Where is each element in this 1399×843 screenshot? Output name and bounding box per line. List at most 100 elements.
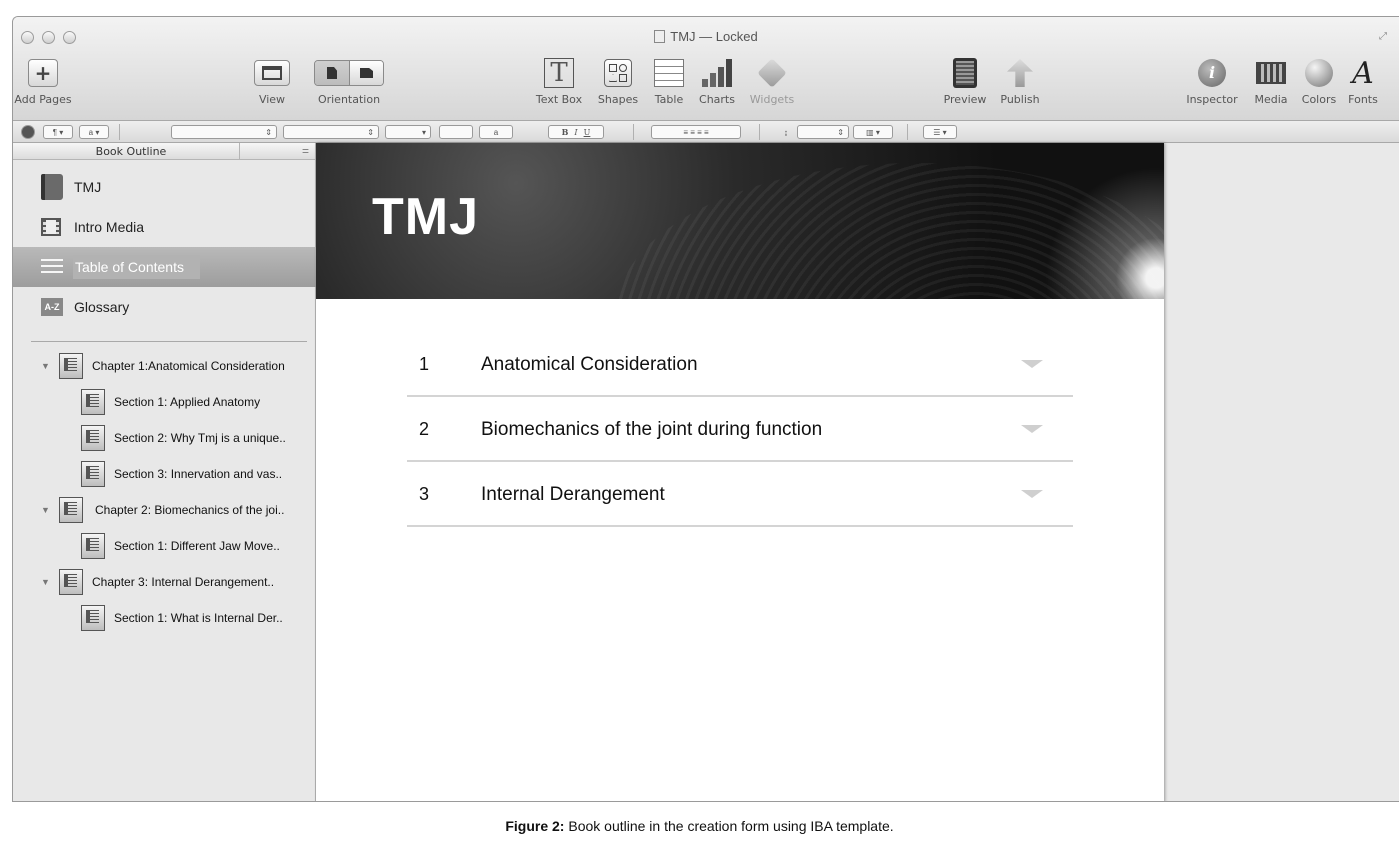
toc-entry[interactable]: 2 Biomechanics of the joint during funct…	[407, 397, 1073, 462]
line-spacing-popup[interactable]: ⇕	[797, 125, 849, 139]
outline-item-glossary[interactable]: A-Z Glossary	[13, 287, 316, 327]
outline-chapter-2[interactable]: ▼ Chapter 2: Biomechanics of the joi..	[13, 492, 316, 528]
colors-button[interactable]: Colors	[1297, 57, 1341, 106]
columns-popup[interactable]: ▥ ▾	[853, 125, 893, 139]
charts-icon	[702, 59, 732, 87]
list-style-popup[interactable]: ☰ ▾	[923, 125, 957, 139]
highlight-color-well[interactable]: a	[479, 125, 513, 139]
add-pages-button[interactable]: + Add Pages	[13, 57, 73, 106]
orientation-control[interactable]: Orientation	[311, 57, 387, 106]
landscape-page-icon	[360, 68, 373, 78]
media-button[interactable]: Media	[1249, 57, 1293, 106]
preview-label: Preview	[943, 93, 987, 106]
divider	[633, 124, 634, 140]
film-icon	[41, 218, 61, 236]
toolbar: TMJ — Locked ⤢ + Add Pages View Orientat…	[13, 17, 1399, 121]
sidebar-menu-icon[interactable]: =	[302, 144, 309, 158]
text-color-well[interactable]	[439, 125, 473, 139]
text-box-button[interactable]: T Text Box	[533, 57, 585, 106]
book-outline-sidebar: Book Outline = TMJ Intro Media Table of …	[13, 143, 316, 801]
outline-section-1-3[interactable]: Section 3: Innervation and vas..	[13, 456, 316, 492]
disclosure-triangle-icon[interactable]: ▼	[41, 361, 50, 371]
underline-button[interactable]: U	[584, 128, 591, 137]
outline-section-1-2[interactable]: Section 2: Why Tmj is a unique..	[13, 420, 316, 456]
fullscreen-icon[interactable]: ⤢	[1379, 31, 1391, 43]
view-label: View	[258, 93, 286, 106]
fonts-label: Fonts	[1348, 93, 1378, 106]
book-icon	[41, 174, 63, 200]
outline-item-intro-media[interactable]: Intro Media	[13, 207, 316, 247]
publish-button[interactable]: Publish	[997, 57, 1043, 106]
outline-chapter-1[interactable]: ▼ Chapter 1:Anatomical Consideration	[13, 348, 316, 384]
outline-section-1-1[interactable]: Section 1: Applied Anatomy	[13, 384, 316, 420]
publish-arrow-icon	[1007, 59, 1033, 87]
divider	[759, 124, 760, 140]
view-button[interactable]: View	[249, 57, 295, 106]
bold-button[interactable]: B	[562, 127, 569, 137]
divider	[119, 124, 120, 140]
section-icon	[81, 605, 105, 631]
italic-button[interactable]: I	[574, 128, 577, 137]
outline-item-book[interactable]: TMJ	[13, 167, 316, 207]
expand-chevron-icon[interactable]	[1021, 425, 1043, 433]
toc-page[interactable]: TMJ 1 Anatomical Consideration 2 Biomech…	[316, 143, 1164, 801]
toc-entry[interactable]: 3 Internal Derangement	[407, 462, 1073, 527]
page-canvas: TMJ 1 Anatomical Consideration 2 Biomech…	[316, 143, 1399, 801]
banner-title[interactable]: TMJ	[372, 187, 479, 247]
font-size-popup[interactable]: ▾	[385, 125, 431, 139]
landscape-orientation-button[interactable]	[349, 61, 383, 85]
portrait-orientation-button[interactable]	[315, 61, 349, 85]
inspector-label: Inspector	[1186, 93, 1238, 106]
divider	[907, 124, 908, 140]
font-typeface-popup[interactable]: ⇕	[283, 125, 379, 139]
orientation-label: Orientation	[317, 93, 381, 106]
inspector-button[interactable]: i Inspector	[1183, 57, 1241, 106]
outline-section-3-1[interactable]: Section 1: What is Internal Der..	[13, 600, 316, 636]
outline-item-table-of-contents[interactable]: Table of Contents	[13, 247, 316, 287]
list-icon	[41, 259, 63, 275]
section-icon	[81, 389, 105, 415]
disclosure-triangle-icon[interactable]: ▼	[41, 577, 50, 587]
divider	[31, 341, 307, 342]
fonts-icon: A	[1352, 55, 1374, 91]
preview-button[interactable]: Preview	[941, 57, 989, 106]
alignment-buttons[interactable]: ≡ ≡ ≡ ≡	[651, 125, 741, 139]
paragraph-style-popup[interactable]: ¶ ▾	[43, 125, 73, 139]
expand-chevron-icon[interactable]	[1021, 360, 1043, 368]
window-title: TMJ — Locked	[13, 29, 1399, 44]
section-icon	[81, 425, 105, 451]
widgets-label: Widgets	[749, 93, 795, 106]
fonts-button[interactable]: A Fonts	[1343, 55, 1383, 107]
toc-entry[interactable]: 1 Anatomical Consideration	[407, 332, 1073, 397]
ipad-preview-icon	[953, 58, 977, 88]
disclosure-triangle-icon[interactable]: ▼	[41, 505, 50, 515]
table-icon	[654, 59, 684, 87]
font-family-popup[interactable]: ⇕	[171, 125, 277, 139]
line-spacing-icon: ↨	[784, 127, 788, 137]
colors-label: Colors	[1301, 93, 1337, 106]
media-label: Media	[1254, 93, 1288, 106]
widgets-button[interactable]: Widgets	[749, 57, 795, 106]
view-icon	[254, 60, 290, 86]
text-inspector-toggle-icon[interactable]	[21, 125, 35, 139]
shapes-button[interactable]: Shapes	[595, 57, 641, 106]
book-outline-header: Book Outline =	[13, 143, 315, 160]
text-style-buttons[interactable]: BIU	[548, 125, 604, 139]
outline-section-2-1[interactable]: Section 1: Different Jaw Move..	[13, 528, 316, 564]
text-box-label: Text Box	[535, 93, 583, 106]
outline-chapter-3[interactable]: ▼ Chapter 3: Internal Derangement..	[13, 564, 316, 600]
media-icon	[1256, 62, 1286, 84]
table-button[interactable]: Table	[649, 57, 689, 106]
publish-label: Publish	[1000, 93, 1040, 106]
table-label: Table	[654, 93, 684, 106]
widgets-icon	[757, 58, 787, 88]
expand-chevron-icon[interactable]	[1021, 490, 1043, 498]
section-icon	[81, 461, 105, 487]
character-style-popup[interactable]: a ▾	[79, 125, 109, 139]
format-bar: ¶ ▾ a ▾ ⇕ ⇕ ▾ a BIU ≡ ≡ ≡ ≡ ↨ ⇕ ▥ ▾ ☰ ▾	[13, 121, 1399, 143]
charts-button[interactable]: Charts	[695, 57, 739, 106]
portrait-page-icon	[327, 67, 337, 79]
chapter-icon	[59, 353, 83, 379]
add-pages-label: Add Pages	[14, 93, 72, 106]
charts-label: Charts	[699, 93, 735, 106]
